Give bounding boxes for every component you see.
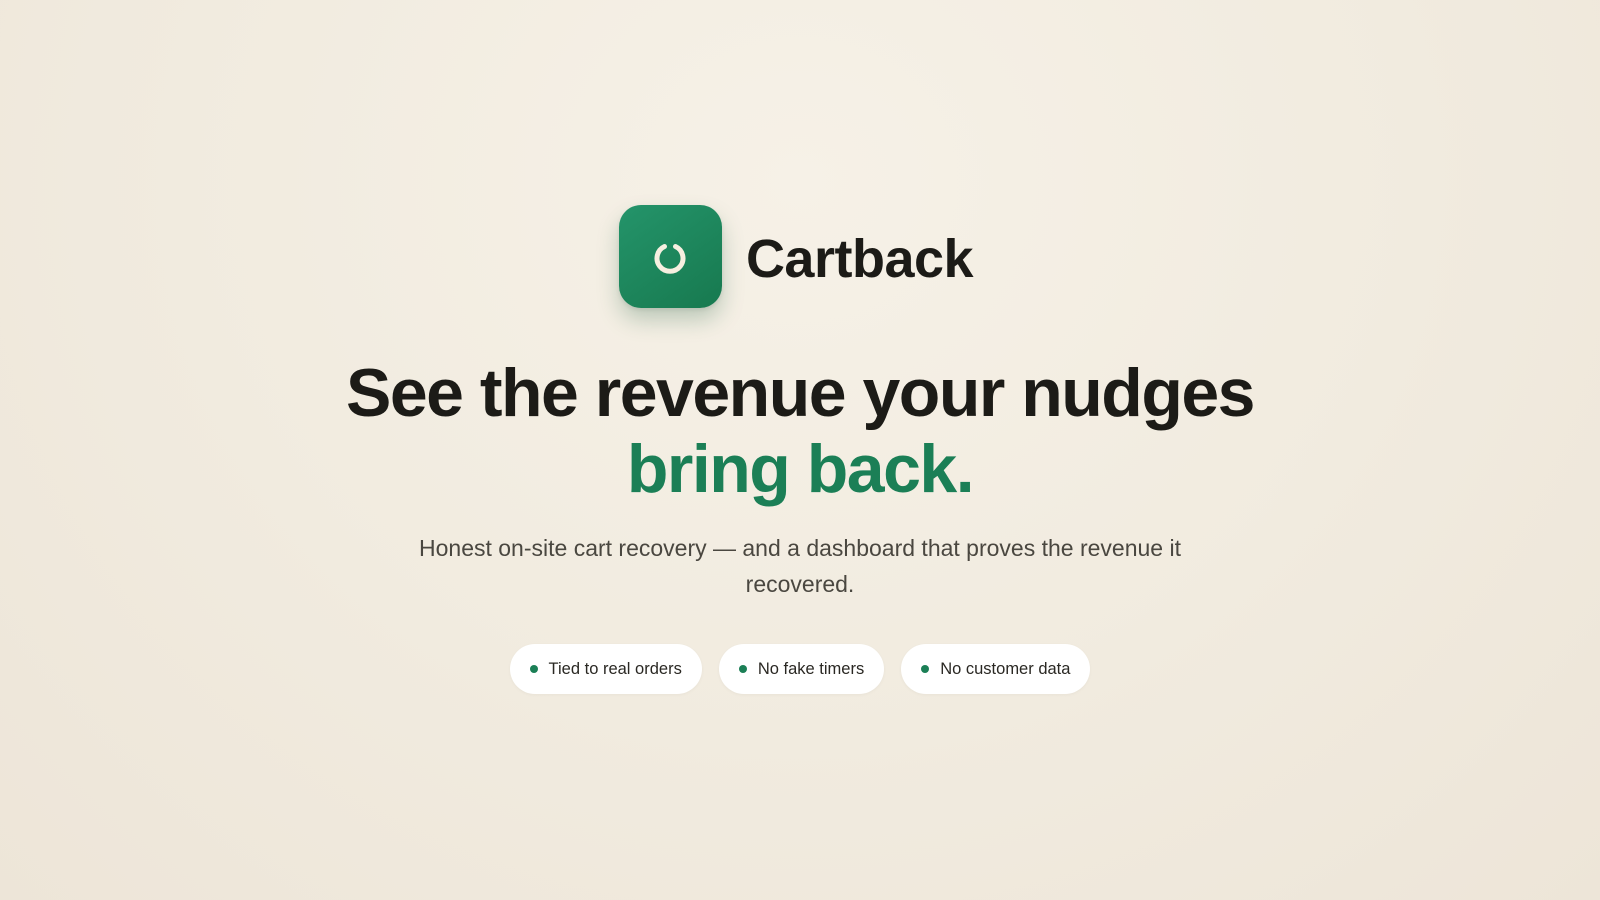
feature-badge: No fake timers — [718, 644, 885, 694]
brand-lockup: Cartback — [0, 205, 1600, 308]
headline-line-2-accent: bring back. — [626, 431, 975, 507]
feature-badge-label: Tied to real orders — [548, 659, 682, 678]
bullet-dot-icon — [529, 665, 538, 673]
hero-section: Cartback See the revenue your nudges bri… — [0, 0, 1600, 900]
feature-badge-label: No customer data — [940, 659, 1071, 678]
brand-name: Cartback — [745, 228, 974, 289]
bullet-dot-icon — [921, 665, 930, 673]
refresh-icon — [654, 243, 686, 274]
headline-line-1: See the revenue your nudges — [345, 355, 1256, 431]
feature-badge: No customer data — [901, 644, 1091, 694]
feature-badges: Tied to real orders No fake timers No cu… — [0, 644, 1600, 694]
page-headline: See the revenue your nudges bring back. — [0, 355, 1600, 507]
feature-badge: Tied to real orders — [509, 644, 702, 694]
bullet-dot-icon — [738, 665, 747, 673]
page-subtitle: Honest on-site cart recovery — and a das… — [419, 535, 1181, 597]
feature-badge-label: No fake timers — [757, 659, 865, 678]
brand-logo — [618, 205, 722, 308]
